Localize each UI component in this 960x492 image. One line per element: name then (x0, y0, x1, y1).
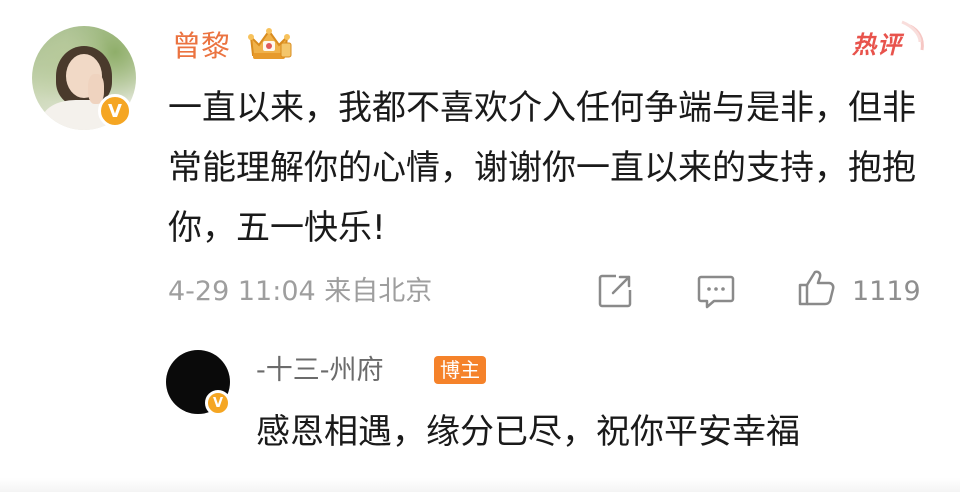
comment-username[interactable]: 曾黎 (172, 28, 230, 64)
reply-username[interactable]: -十三-州府 (256, 354, 384, 388)
comment-time-location: 4-29 11:04 来自北京 (168, 276, 433, 307)
reply-verified-icon: V (205, 390, 231, 416)
share-icon[interactable] (596, 272, 634, 310)
like-count: 1119 (852, 276, 921, 307)
comment-icon[interactable] (696, 272, 736, 310)
crown-badge-icon[interactable] (245, 23, 293, 63)
blogger-badge: 博主 (434, 356, 486, 384)
reply-text: 感恩相遇，缘分已尽，祝你平安幸福 (256, 412, 800, 452)
bottom-divider (0, 478, 960, 492)
verified-icon: V (98, 94, 132, 128)
hot-comment-badge: 热评 (852, 31, 902, 59)
comment-text: 一直以来，我都不喜欢介入任何争端与是非，但非常能理解你的心情，谢谢你一直以来的支… (168, 88, 916, 248)
weibo-comment-screen: V 曾黎 热评 一直以来，我都不喜欢介入任何争端与是非，但非常能理解你的心情，谢… (0, 0, 960, 492)
thumbs-up-icon[interactable] (796, 268, 836, 308)
